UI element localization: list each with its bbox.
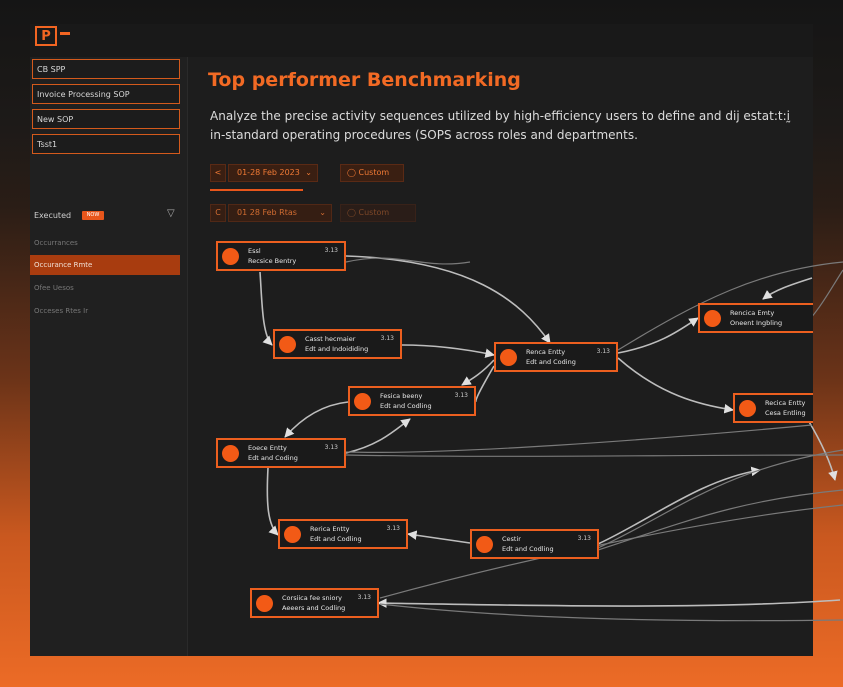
node-title: Rencica Emty bbox=[730, 309, 775, 317]
node-value: 3.13 bbox=[357, 594, 371, 601]
flow-node-6[interactable]: Recica Entty Cesa Entling bbox=[733, 393, 813, 423]
node-subtitle: Cesa Entling bbox=[765, 409, 806, 417]
custom-label: Custom bbox=[358, 168, 390, 177]
node-subtitle: Aeeers and Codling bbox=[282, 604, 346, 612]
chevron-down-icon: ⌄ bbox=[305, 168, 312, 177]
node-title: Recica Entty bbox=[765, 399, 806, 407]
sidebar-sop-cb-spp[interactable]: CB SPP bbox=[32, 59, 180, 79]
custom-range-button-2[interactable]: ◯ Custom bbox=[340, 204, 416, 222]
chevron-down-icon: ⌄ bbox=[319, 208, 326, 217]
sidebar-option-active[interactable]: Occurance Rmte bbox=[30, 255, 180, 275]
prev-range-button-2[interactable]: C bbox=[210, 204, 226, 222]
node-status-dot bbox=[354, 393, 371, 410]
node-value: 3.13 bbox=[577, 535, 591, 542]
flow-node-4[interactable]: Rencica Emty Oneent Ingbling bbox=[698, 303, 813, 333]
sidebar-option-occurrences[interactable]: Occurrances bbox=[34, 239, 78, 247]
flow-node-2[interactable]: Casst hecmaier Edt and Indoididing 3.13 bbox=[273, 329, 402, 359]
node-subtitle: Recsice Bentry bbox=[248, 257, 297, 265]
app-window: P CB SPP Invoice Processing SOP New SOP … bbox=[30, 24, 813, 656]
node-status-dot bbox=[500, 349, 517, 366]
sidebar: CB SPP Invoice Processing SOP New SOP Ts… bbox=[30, 57, 188, 656]
flow-node-9[interactable]: Cestir Edt and Codling 3.13 bbox=[470, 529, 599, 559]
node-status-dot bbox=[279, 336, 296, 353]
node-subtitle: Edt and Codling bbox=[380, 402, 432, 410]
date-range-label: 01-28 Feb 2023 bbox=[237, 168, 300, 177]
node-value: 3.13 bbox=[454, 392, 468, 399]
node-title: Corsiica fee sniory bbox=[282, 594, 342, 602]
node-value: 3.13 bbox=[386, 525, 400, 532]
flow-node-10[interactable]: Corsiica fee sniory Aeeers and Codling 3… bbox=[250, 588, 379, 618]
node-subtitle: Edt and Coding bbox=[526, 358, 576, 366]
executed-section-label: Executed bbox=[34, 211, 72, 220]
custom-range-button[interactable]: ◯ Custom bbox=[340, 164, 404, 182]
node-status-dot bbox=[222, 248, 239, 265]
node-status-dot bbox=[476, 536, 493, 553]
date-range-select[interactable]: 01-28 Feb 2023 ⌄ bbox=[228, 164, 318, 182]
sidebar-sop-invoice-processing[interactable]: Invoice Processing SOP bbox=[32, 84, 180, 104]
flow-node-5[interactable]: Fesica beeny Edt and Codling 3.13 bbox=[348, 386, 476, 416]
node-subtitle: Edt and Codling bbox=[502, 545, 554, 553]
custom-circle-icon: ◯ bbox=[347, 208, 356, 217]
node-value: 3.13 bbox=[324, 444, 338, 451]
page-description: Analyze the precise activity sequences u… bbox=[210, 109, 790, 142]
custom-label-2: Custom bbox=[358, 208, 390, 217]
node-title: Fesica beeny bbox=[380, 392, 423, 400]
sidebar-option-other[interactable]: Ofee Uesos bbox=[34, 284, 74, 292]
node-status-dot bbox=[739, 400, 756, 417]
node-status-dot bbox=[704, 310, 721, 327]
prev-range-button[interactable]: < bbox=[210, 164, 226, 182]
flow-node-3[interactable]: Renca Entty Edt and Coding 3.13 bbox=[494, 342, 618, 372]
node-subtitle: Edt and Coding bbox=[248, 454, 298, 462]
page-title: Top performer Benchmarking bbox=[208, 69, 521, 91]
node-title: Rerica Entty bbox=[310, 525, 350, 533]
status-badge: NOW bbox=[82, 211, 104, 220]
filter-icon[interactable]: ▽ bbox=[167, 208, 175, 219]
node-status-dot bbox=[284, 526, 301, 543]
app-logo: P bbox=[35, 26, 57, 46]
node-status-dot bbox=[222, 445, 239, 462]
flow-node-1[interactable]: Essl Recsice Bentry 3.13 bbox=[216, 241, 346, 271]
sidebar-sop-test[interactable]: Tsst1 bbox=[32, 134, 180, 154]
custom-circle-icon: ◯ bbox=[347, 168, 356, 177]
flow-node-7[interactable]: Eoece Entty Edt and Coding 3.13 bbox=[216, 438, 346, 468]
node-title: Cestir bbox=[502, 535, 521, 543]
node-value: 3.13 bbox=[324, 247, 338, 254]
node-title: Eoece Entty bbox=[248, 444, 287, 452]
node-subtitle: Edt and Indoididing bbox=[305, 345, 369, 353]
sidebar-sop-new[interactable]: New SOP bbox=[32, 109, 180, 129]
flow-node-8[interactable]: Rerica Entty Edt and Codling 3.13 bbox=[278, 519, 408, 549]
node-status-dot bbox=[256, 595, 273, 612]
node-value: 3.13 bbox=[596, 348, 610, 355]
active-tab-indicator bbox=[210, 189, 303, 191]
date-range-select-2[interactable]: 01 28 Feb Rtas ⌄ bbox=[228, 204, 332, 222]
date-range-label-2: 01 28 Feb Rtas bbox=[237, 208, 297, 217]
sidebar-option-rates[interactable]: Occeses Rtes Ir bbox=[34, 307, 88, 315]
node-subtitle: Edt and Codling bbox=[310, 535, 362, 543]
node-subtitle: Oneent Ingbling bbox=[730, 319, 783, 327]
node-value: 3.13 bbox=[380, 335, 394, 342]
node-title: Casst hecmaier bbox=[305, 335, 356, 343]
logo-mark bbox=[60, 32, 70, 35]
node-title: Essl bbox=[248, 247, 261, 255]
node-title: Renca Entty bbox=[526, 348, 566, 356]
